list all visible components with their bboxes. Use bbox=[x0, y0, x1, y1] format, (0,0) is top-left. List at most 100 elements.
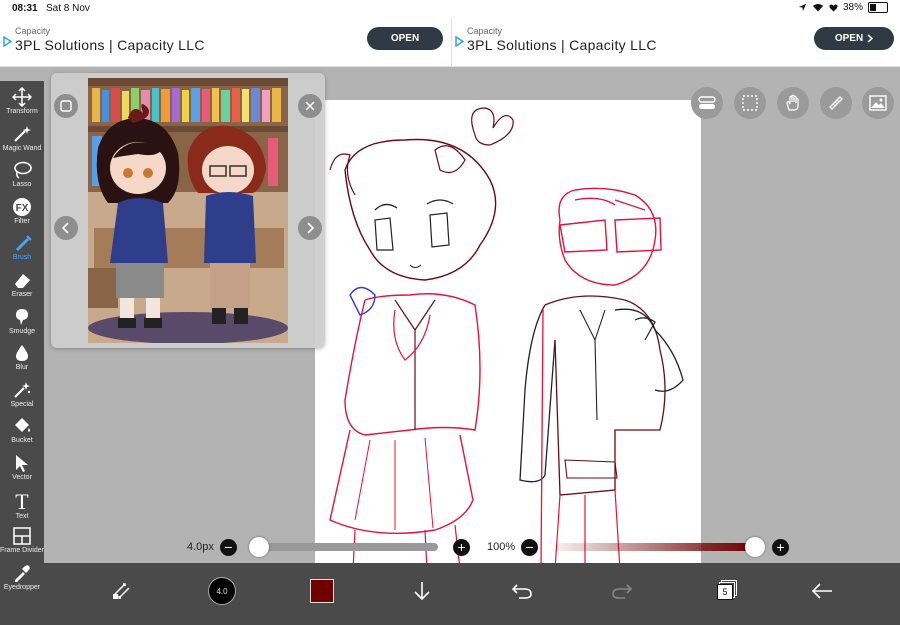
close-icon bbox=[305, 101, 315, 111]
color-swatch bbox=[310, 579, 334, 603]
reference-next-button[interactable] bbox=[298, 216, 322, 240]
heart-icon bbox=[829, 4, 838, 12]
vector-cursor-icon bbox=[0, 453, 44, 473]
hand-button[interactable] bbox=[777, 87, 809, 119]
download-button[interactable] bbox=[402, 571, 442, 611]
battery-percent: 38% bbox=[842, 2, 863, 13]
tool-eyedropper[interactable]: Eyedropper bbox=[0, 561, 44, 597]
frame-divider-icon bbox=[0, 526, 44, 546]
transform-icon bbox=[0, 87, 44, 107]
status-right: 38% bbox=[798, 2, 888, 13]
chevron-left-icon bbox=[61, 222, 69, 234]
brush-size-slider-handle[interactable] bbox=[248, 537, 269, 557]
tool-transform[interactable]: Transform bbox=[0, 85, 44, 121]
ad-banner: Capacity 3PL Solutions | Capacity LLC OP… bbox=[0, 18, 900, 67]
chevron-right-icon bbox=[307, 222, 315, 234]
reference-resize-button[interactable] bbox=[54, 94, 78, 118]
tool-special[interactable]: Special bbox=[0, 378, 44, 414]
tool-label: Transform bbox=[6, 108, 38, 115]
ruler-button[interactable] bbox=[820, 87, 852, 119]
layers-icon: 5 bbox=[707, 576, 737, 606]
ad-open-label: OPEN bbox=[834, 33, 864, 44]
ad-choices-icon[interactable] bbox=[3, 36, 12, 47]
brush-size-decrease-button[interactable]: − bbox=[220, 539, 237, 556]
eraser-icon bbox=[0, 270, 44, 290]
wifi-icon bbox=[812, 4, 823, 12]
ad-open-button[interactable]: OPEN bbox=[814, 27, 894, 50]
selection-button[interactable] bbox=[734, 87, 766, 119]
tool-smudge[interactable]: Smudge bbox=[0, 305, 44, 341]
opacity-slider-track[interactable] bbox=[555, 543, 755, 551]
ad-title[interactable]: 3PL Solutions | Capacity LLC bbox=[15, 37, 205, 53]
square-icon bbox=[60, 100, 72, 112]
reference-prev-button[interactable] bbox=[54, 216, 78, 240]
ad-open-button[interactable]: OPEN bbox=[367, 27, 443, 50]
reference-window[interactable] bbox=[51, 73, 325, 348]
drawing-canvas[interactable] bbox=[315, 100, 701, 570]
undo-button[interactable] bbox=[502, 571, 542, 611]
ad-open-label: OPEN bbox=[390, 33, 420, 44]
text-icon: T bbox=[0, 490, 44, 512]
selection-icon bbox=[742, 95, 758, 111]
swap-brush-eraser-icon bbox=[113, 583, 130, 599]
ad-brand: Capacity bbox=[467, 26, 503, 36]
brush-size-label: 4.0px bbox=[187, 541, 214, 553]
tool-filter[interactable]: FX Filter bbox=[0, 195, 44, 231]
tool-blur[interactable]: Blur bbox=[0, 341, 44, 377]
location-icon bbox=[798, 3, 807, 12]
brush-settings-button[interactable]: 4.0 bbox=[202, 571, 242, 611]
tool-text[interactable]: T Text bbox=[0, 488, 44, 524]
tool-label: Smudge bbox=[8, 327, 36, 335]
smudge-icon bbox=[0, 307, 44, 327]
back-button[interactable] bbox=[802, 571, 842, 611]
arrow-left-icon bbox=[811, 583, 832, 599]
reference-close-button[interactable] bbox=[298, 94, 322, 118]
brush-size-slider-track[interactable] bbox=[255, 543, 438, 551]
bucket-icon bbox=[0, 416, 44, 436]
lasso-icon bbox=[0, 160, 44, 180]
tool-label: Text bbox=[15, 512, 29, 520]
image-button[interactable] bbox=[862, 87, 894, 119]
opacity-label: 100% bbox=[487, 541, 516, 553]
blur-drop-icon bbox=[0, 343, 44, 363]
tool-label: Bucket bbox=[11, 437, 33, 445]
hand-icon bbox=[786, 94, 799, 111]
chevron-right-icon bbox=[867, 34, 874, 43]
tool-label: Lasso bbox=[12, 181, 32, 189]
layers-toggle-icon bbox=[698, 96, 716, 109]
redo-button[interactable] bbox=[602, 571, 642, 611]
tool-bucket[interactable]: Bucket bbox=[0, 414, 44, 450]
canvas-sketch bbox=[329, 107, 684, 570]
tool-vector[interactable]: Vector bbox=[0, 451, 44, 487]
tool-magic-wand[interactable]: Magic Wand bbox=[0, 122, 44, 158]
color-button[interactable] bbox=[302, 571, 342, 611]
reference-illustration bbox=[88, 78, 288, 343]
tool-eraser[interactable]: Eraser bbox=[0, 268, 44, 304]
opacity-increase-button[interactable]: + bbox=[772, 539, 789, 556]
magic-wand-icon bbox=[0, 124, 44, 144]
swap-tools-button[interactable] bbox=[102, 571, 142, 611]
layer-count: 5 bbox=[717, 584, 733, 600]
tool-lasso[interactable]: Lasso bbox=[0, 158, 44, 194]
brush-preview: 4.0 bbox=[208, 577, 236, 605]
tool-label: Filter bbox=[14, 217, 30, 225]
ad-title[interactable]: 3PL Solutions | Capacity LLC bbox=[467, 37, 657, 53]
bottom-toolbar: 4.0 5 bbox=[44, 563, 900, 625]
opacity-decrease-button[interactable]: − bbox=[521, 539, 538, 556]
status-time: 08:31 bbox=[12, 3, 38, 14]
ad-choices-icon[interactable] bbox=[455, 36, 464, 47]
eyedropper-icon bbox=[0, 563, 44, 583]
tool-sidebar: Transform Magic Wand Lasso FX Filter Brush Era… bbox=[0, 81, 44, 625]
tool-brush[interactable]: Brush bbox=[0, 231, 44, 267]
ad-brand: Capacity bbox=[15, 26, 51, 36]
tool-frame-divider[interactable]: Frame Divider bbox=[0, 524, 44, 560]
ad-unit-1[interactable]: Capacity 3PL Solutions | Capacity LLC OP… bbox=[0, 18, 448, 66]
layers-button[interactable]: 5 bbox=[702, 571, 742, 611]
opacity-slider-handle[interactable] bbox=[745, 537, 765, 557]
ad-unit-2[interactable]: Capacity 3PL Solutions | Capacity LLC OP… bbox=[451, 18, 900, 66]
tool-label: Frame Divider bbox=[0, 547, 44, 555]
brush-size-increase-button[interactable]: + bbox=[453, 539, 470, 556]
layer-toggle-button[interactable] bbox=[691, 87, 723, 119]
brush-icon bbox=[0, 233, 44, 253]
tool-label: Special bbox=[10, 400, 34, 408]
